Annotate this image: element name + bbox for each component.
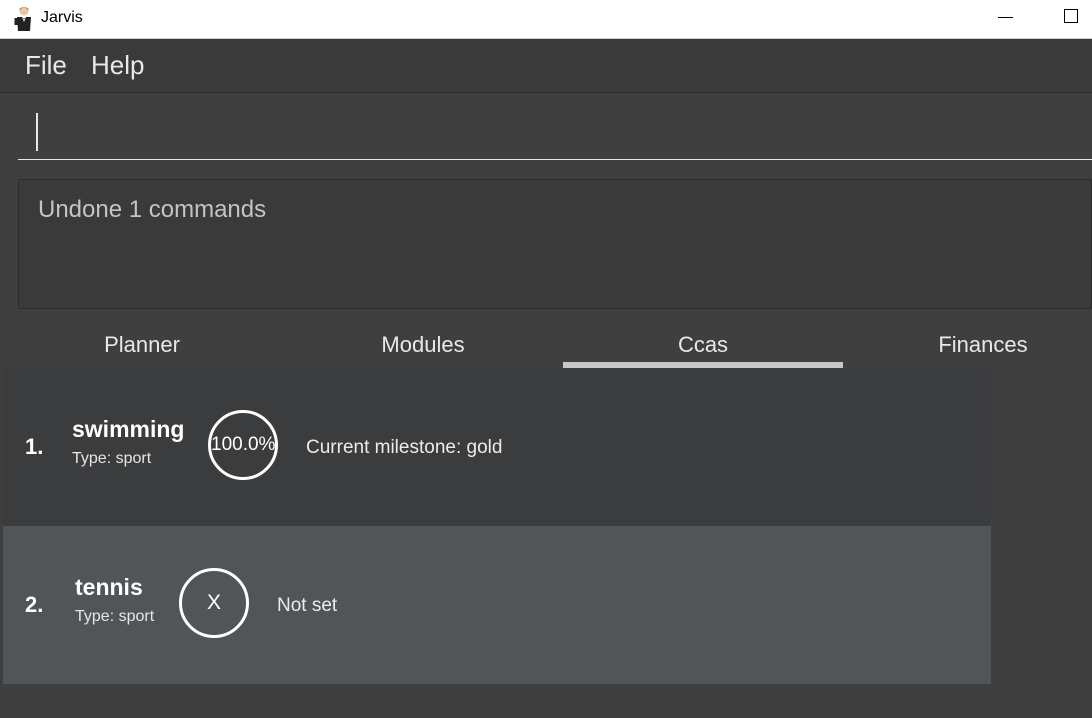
cca-type: Type: sport bbox=[72, 450, 152, 467]
result-display: Undone 1 commands bbox=[18, 179, 1092, 309]
tab-finances[interactable]: Finances bbox=[843, 320, 1092, 368]
menu-file[interactable]: File bbox=[25, 50, 67, 81]
tab-ccas[interactable]: Ccas bbox=[563, 320, 843, 368]
list-item[interactable]: 2. tennis Type: sport X Not set bbox=[3, 526, 991, 684]
result-message: Undone 1 commands bbox=[38, 196, 267, 223]
progress-value: 100.0% bbox=[211, 434, 276, 455]
command-input[interactable] bbox=[18, 101, 1092, 160]
cca-list: 1. swimming Type: sport 100.0% Current m… bbox=[0, 368, 991, 684]
minimize-icon[interactable] bbox=[996, 8, 1016, 28]
tab-planner[interactable]: Planner bbox=[2, 320, 282, 368]
maximize-icon[interactable] bbox=[1062, 6, 1082, 28]
window-title: Jarvis bbox=[41, 9, 83, 26]
item-index: 1. bbox=[25, 434, 44, 459]
menu-bar: File Help bbox=[0, 39, 1092, 93]
cca-name: tennis bbox=[75, 574, 143, 600]
command-box bbox=[0, 93, 1092, 173]
menu-help[interactable]: Help bbox=[91, 50, 144, 81]
tab-bar: Planner Modules Ccas Finances bbox=[0, 320, 1092, 368]
item-index: 2. bbox=[25, 592, 44, 617]
cca-milestone: Current milestone: gold bbox=[306, 437, 503, 458]
cca-milestone: Not set bbox=[277, 595, 338, 616]
butler-icon bbox=[14, 6, 31, 31]
list-item[interactable]: 1. swimming Type: sport 100.0% Current m… bbox=[3, 368, 991, 526]
progress-ring: X bbox=[179, 568, 249, 638]
cca-name: swimming bbox=[72, 416, 185, 442]
title-bar: Jarvis bbox=[0, 0, 1092, 39]
progress-ring: 100.0% bbox=[208, 410, 278, 480]
text-caret bbox=[36, 113, 38, 151]
cca-type: Type: sport bbox=[75, 608, 155, 625]
tab-modules[interactable]: Modules bbox=[283, 320, 563, 368]
progress-value: X bbox=[206, 591, 221, 614]
